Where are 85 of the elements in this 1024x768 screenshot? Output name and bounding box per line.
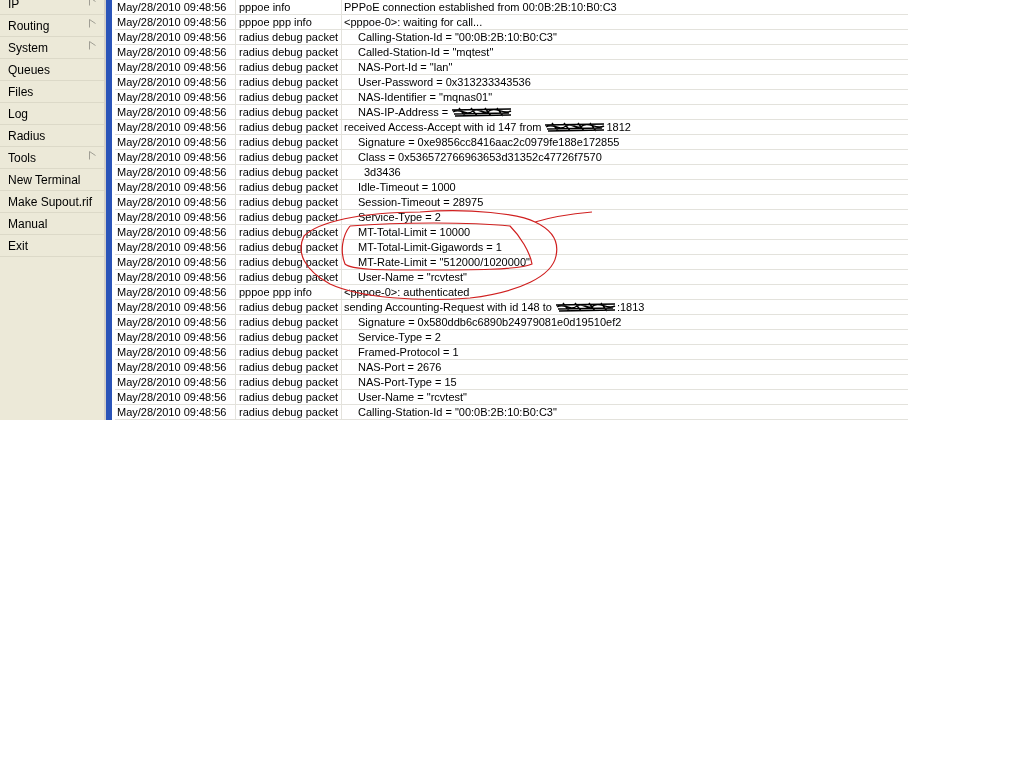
log-message: Calling-Station-Id = "00:0B:2B:10:B0:C3" [357,405,557,419]
table-cell: radius debug packet [236,105,342,119]
table-cell: May/28/2010 09:48:56 [115,150,236,164]
log-message: Signature = 0x580ddb6c6890b24979081e0d19510ef2 [357,315,622,329]
port-number: 1812 [606,120,631,134]
log-message: Idle-Timeout = 1000 [357,180,456,194]
log-message: <pppoe-0>: waiting for call... [344,15,483,29]
table-cell: May/28/2010 09:48:56 [115,60,236,74]
log-message: Called-Station-Id = "mqtest" [357,45,494,59]
table-cell: pppoe ppp info [236,285,342,299]
table-cell: radius debug packet [236,225,342,239]
table-cell: pppoe ppp info [236,15,342,29]
table-cell: radius debug packet [236,165,342,179]
log-message: MT-Total-Limit = 10000 [357,225,471,239]
table-cell: radius debug packet [236,150,342,164]
table-cell: radius debug packet [236,90,342,104]
log-message: Class = 0x536572766963653d31352c47726f7570 [357,150,602,164]
table-cell: May/28/2010 09:48:56 [115,135,236,149]
table-cell: May/28/2010 09:48:56 [115,405,236,419]
log-message: NAS-Identifier = "mqnas01" [357,90,493,104]
log-message: Session-Timeout = 28975 [357,195,484,209]
table-cell: radius debug packet [236,255,342,269]
table-cell: May/28/2010 09:48:56 [115,255,236,269]
log-message: MT-Total-Limit-Gigawords = 1 [357,240,502,254]
table-cell: radius debug packet [236,60,342,74]
port-number: :1813 [616,300,645,314]
table-cell: May/28/2010 09:48:56 [115,15,236,29]
log-message: NAS-Port-Type = 15 [357,375,457,389]
table-cell: radius debug packet [236,375,342,389]
log-message: Service-Type = 2 [357,330,441,344]
table-cell: May/28/2010 09:48:56 [115,315,236,329]
table-cell: May/28/2010 09:48:56 [115,360,236,374]
log-message: User-Name = "rcvtest" [357,270,467,284]
table-cell: radius debug packet [236,330,342,344]
table-cell: May/28/2010 09:48:56 [115,345,236,359]
table-cell: May/28/2010 09:48:56 [115,285,236,299]
table-cell: radius debug packet [236,300,342,314]
table-cell: May/28/2010 09:48:56 [115,75,236,89]
log-message: Framed-Protocol = 1 [357,345,459,359]
table-cell: May/28/2010 09:48:56 [115,45,236,59]
table-cell: radius debug packet [236,390,342,404]
log-message: received Access-Accept with id 147 from [344,120,542,134]
table-cell: radius debug packet [236,30,342,44]
table-cell: May/28/2010 09:48:56 [115,210,236,224]
table-cell: May/28/2010 09:48:56 [115,90,236,104]
log-message: Calling-Station-Id = "00:0B:2B:10:B0:C3" [357,30,557,44]
table-cell: May/28/2010 09:48:56 [115,375,236,389]
log-message: Signature = 0xe9856cc8416aac2c0979fe188e172855 [357,135,620,149]
table-cell: radius debug packet [236,360,342,374]
table-cell: May/28/2010 09:48:56 [115,195,236,209]
table-cell: radius debug packet [236,345,342,359]
table-cell: radius debug packet [236,315,342,329]
table-cell: radius debug packet [236,240,342,254]
log-message: PPPoE connection established from 00:0B:2B:10:B0:C3 [344,0,617,14]
table-cell: May/28/2010 09:48:56 [115,390,236,404]
table-cell: radius debug packet [236,135,342,149]
table-cell: May/28/2010 09:48:56 [115,120,236,134]
table-cell: May/28/2010 09:48:56 [115,300,236,314]
log-message: NAS-IP-Address = [357,105,449,119]
log-message: sending Accounting-Request with id 148 to [344,300,552,314]
log-message: 3d3436 [363,165,401,179]
table-cell: May/28/2010 09:48:56 [115,0,236,14]
table-cell: May/28/2010 09:48:56 [115,105,236,119]
table-cell: radius debug packet [236,210,342,224]
table-cell: May/28/2010 09:48:56 [115,270,236,284]
table-cell: May/28/2010 09:48:56 [115,240,236,254]
table-cell: radius debug packet [236,180,342,194]
table-cell: radius debug packet [236,75,342,89]
log-message: User-Password = 0x313233343536 [357,75,531,89]
table-cell: radius debug packet [236,195,342,209]
table-cell: radius debug packet [236,405,342,419]
table-cell: radius debug packet [236,45,342,59]
table-cell: May/28/2010 09:48:56 [115,30,236,44]
table-cell: May/28/2010 09:48:56 [115,180,236,194]
table-cell: pppoe info [236,0,342,14]
table-cell: May/28/2010 09:48:56 [115,165,236,179]
log-message: User-Name = "rcvtest" [357,390,467,404]
log-message: NAS-Port = 2676 [357,360,442,374]
table-cell: radius debug packet [236,120,342,134]
table-cell: May/28/2010 09:48:56 [115,225,236,239]
log-message: NAS-Port-Id = "lan" [357,60,453,74]
log-message: Service-Type = 2 [357,210,441,224]
splitter-bar[interactable] [104,0,112,420]
log-message: MT-Rate-Limit = "512000/1020000" [357,255,530,269]
table-cell: May/28/2010 09:48:56 [115,330,236,344]
